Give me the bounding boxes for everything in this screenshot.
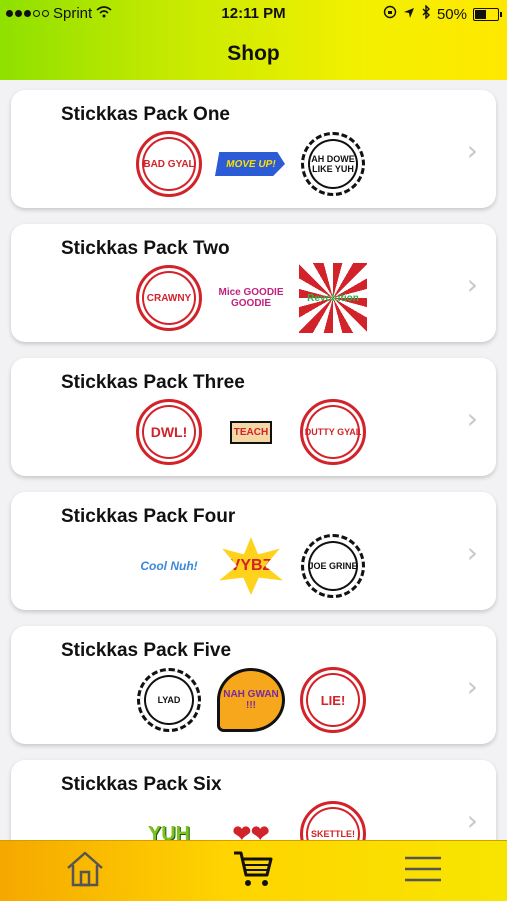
- sticker-preview: SKETTLE!: [299, 801, 367, 840]
- chevron-right-icon: ›: [466, 670, 478, 703]
- pack-title: Stickkas Pack One: [61, 104, 230, 125]
- cart-icon: [232, 849, 274, 894]
- hearts-icon: ❤❤: [232, 821, 270, 840]
- pack-row-five[interactable]: Stickkas Pack Five LYAD NAH GWAN !!! LIE…: [11, 626, 496, 744]
- sticker-preview: LYAD: [135, 668, 203, 732]
- sticker-previews: CRAWNY Mice GOODIE GOODIE Revolution: [135, 263, 367, 333]
- sticker-preview: JOE GRINE: [299, 534, 367, 598]
- chevron-right-icon: ›: [466, 536, 478, 569]
- status-bar: Sprint 12:11 PM 50%: [0, 0, 507, 28]
- sticker-previews: DWL! TEACH DUTTY GYAL: [135, 399, 367, 465]
- battery-icon: [473, 7, 502, 21]
- sticker-preview: MOVE UP!: [217, 132, 285, 196]
- pack-row-two[interactable]: Stickkas Pack Two CRAWNY Mice GOODIE GOO…: [11, 224, 496, 342]
- page-title: Shop: [227, 42, 280, 65]
- sticker-preview: CRAWNY: [135, 265, 203, 331]
- sticker-preview: AH DOWE LIKE YUH: [299, 132, 367, 196]
- location-icon: [403, 6, 415, 23]
- sticker-preview: TEACH: [217, 400, 285, 464]
- sticker-preview: Cool Nuh!: [140, 559, 198, 573]
- pack-row-three[interactable]: Stickkas Pack Three DWL! TEACH DUTTY GYA…: [11, 358, 496, 476]
- chevron-right-icon: ›: [466, 268, 478, 301]
- chevron-right-icon: ›: [466, 134, 478, 167]
- bluetooth-icon: [421, 4, 431, 23]
- pack-row-six[interactable]: Stickkas Pack Six YUH ❤❤ SKETTLE! ›: [11, 760, 496, 840]
- menu-icon: [403, 854, 443, 889]
- pack-title: Stickkas Pack Five: [61, 640, 232, 661]
- pack-title: Stickkas Pack Two: [61, 238, 230, 259]
- tab-home[interactable]: [60, 849, 110, 893]
- chevron-right-icon: ›: [466, 402, 478, 435]
- sticker-preview: Revolution: [299, 263, 367, 333]
- sticker-preview: DWL!: [135, 399, 203, 465]
- battery-percent: 50%: [436, 5, 467, 23]
- tab-menu[interactable]: [398, 849, 448, 893]
- tab-bar: [0, 840, 507, 901]
- sticker-previews: Cool Nuh! VYBZ JOE GRINE: [135, 534, 367, 598]
- tab-shop[interactable]: [228, 849, 278, 893]
- pack-title: Stickkas Pack Six: [61, 774, 222, 795]
- sticker-preview: BAD GYAL: [135, 131, 203, 197]
- rotation-lock-icon: [383, 5, 397, 23]
- pack-title: Stickkas Pack Three: [61, 372, 245, 393]
- sticker-previews: YUH ❤❤ SKETTLE!: [135, 801, 367, 841]
- pack-row-four[interactable]: Stickkas Pack Four Cool Nuh! VYBZ JOE GR…: [11, 492, 496, 610]
- sticker-preview: LIE!: [299, 667, 367, 733]
- pack-title: Stickkas Pack Four: [61, 506, 236, 527]
- sticker-preview: Mice GOODIE GOODIE: [218, 287, 284, 309]
- sticker-preview: NAH GWAN !!!: [217, 668, 285, 732]
- header-bar: Sprint 12:11 PM 50% Shop: [0, 0, 507, 80]
- sticker-preview: VYBZ: [217, 534, 285, 598]
- sticker-previews: BAD GYAL MOVE UP! AH DOWE LIKE YUH: [135, 131, 367, 197]
- pack-row-one[interactable]: Stickkas Pack One BAD GYAL MOVE UP! AH D…: [11, 90, 496, 208]
- pack-list[interactable]: Stickkas Pack One BAD GYAL MOVE UP! AH D…: [0, 80, 507, 840]
- home-icon: [65, 850, 105, 893]
- sticker-previews: LYAD NAH GWAN !!! LIE!: [135, 667, 367, 733]
- sticker-preview: YUH: [147, 822, 191, 841]
- sticker-preview: DUTTY GYAL: [299, 399, 367, 465]
- chevron-right-icon: ›: [466, 804, 478, 837]
